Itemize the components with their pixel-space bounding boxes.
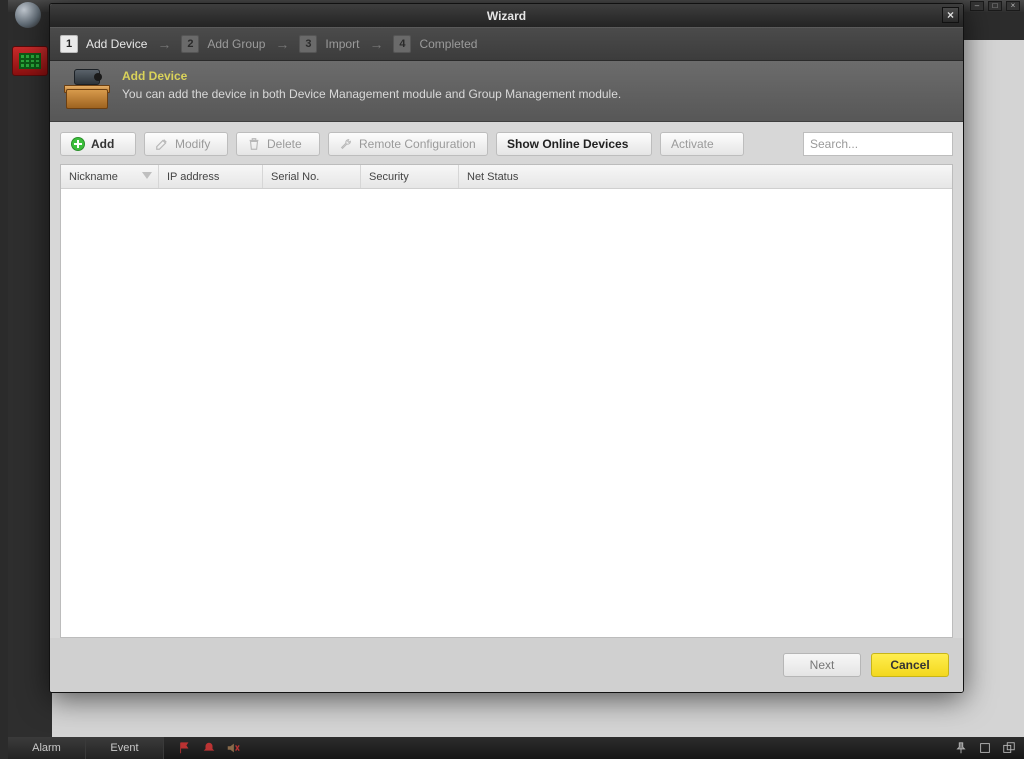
grid-header: Nickname IP address Serial No. Security … [61, 165, 952, 189]
cancel-button[interactable]: Cancel [871, 653, 949, 677]
dialog-footer: Next Cancel [50, 638, 963, 692]
step-add-group: 2 Add Group [181, 35, 265, 53]
restore-icon[interactable] [978, 741, 992, 755]
add-button[interactable]: Add [60, 132, 136, 156]
grid-body [61, 189, 952, 637]
banner-title: Add Device [122, 69, 621, 83]
remote-config-button[interactable]: Remote Configuration [328, 132, 488, 156]
flag-icon[interactable] [178, 741, 192, 755]
background-left-rail [8, 40, 52, 737]
dialog-title: Wizard [487, 9, 526, 23]
col-nickname[interactable]: Nickname [61, 165, 159, 188]
dialog-close-button[interactable]: × [942, 7, 959, 23]
arrow-icon: → [157, 36, 171, 52]
col-netstatus[interactable]: Net Status [459, 165, 952, 188]
arrow-icon: → [275, 36, 289, 52]
filter-icon[interactable] [142, 172, 152, 179]
wizard-dialog: Wizard × 1 Add Device → 2 Add Group → 3 … [49, 3, 964, 693]
plus-icon [71, 137, 85, 151]
show-online-devices-button[interactable]: Show Online Devices [496, 132, 652, 156]
bottom-tab-event[interactable]: Event [86, 737, 164, 759]
rail-live-view-tile[interactable] [12, 46, 48, 76]
pin-icon[interactable] [954, 741, 968, 755]
activate-button[interactable]: Activate [660, 132, 744, 156]
col-ip[interactable]: IP address [159, 165, 263, 188]
bottom-tab-alarm[interactable]: Alarm [8, 737, 86, 759]
mute-icon[interactable] [226, 741, 240, 755]
trash-icon [247, 137, 261, 151]
bg-close-button[interactable]: × [1006, 1, 1020, 11]
next-button[interactable]: Next [783, 653, 861, 677]
step-completed: 4 Completed [393, 35, 477, 53]
pencil-icon [155, 137, 169, 151]
device-grid: Nickname IP address Serial No. Security … [60, 164, 953, 638]
bg-minimize-button[interactable]: – [970, 1, 984, 11]
wizard-steps: 1 Add Device → 2 Add Group → 3 Import → … [50, 27, 963, 61]
toolbar: Add Modify Delete Remote Configuration [60, 132, 953, 156]
col-serial[interactable]: Serial No. [263, 165, 361, 188]
arrow-icon: → [369, 36, 383, 52]
toolbox-camera-icon [64, 69, 110, 109]
banner: Add Device You can add the device in bot… [50, 61, 963, 122]
delete-button[interactable]: Delete [236, 132, 320, 156]
step-import: 3 Import [299, 35, 359, 53]
col-security[interactable]: Security [361, 165, 459, 188]
dialog-titlebar: Wizard × [50, 4, 963, 27]
search-input[interactable] [803, 132, 953, 156]
modify-button[interactable]: Modify [144, 132, 228, 156]
step-add-device: 1 Add Device [60, 35, 147, 53]
banner-description: You can add the device in both Device Ma… [122, 87, 621, 101]
background-bottom-bar: Alarm Event [8, 737, 1024, 759]
bg-restore-button[interactable]: □ [988, 1, 1002, 11]
alarm-bell-icon[interactable] [202, 741, 216, 755]
popout-icon[interactable] [1002, 741, 1016, 755]
app-logo-camera-icon [8, 0, 48, 40]
wrench-icon [339, 137, 353, 151]
